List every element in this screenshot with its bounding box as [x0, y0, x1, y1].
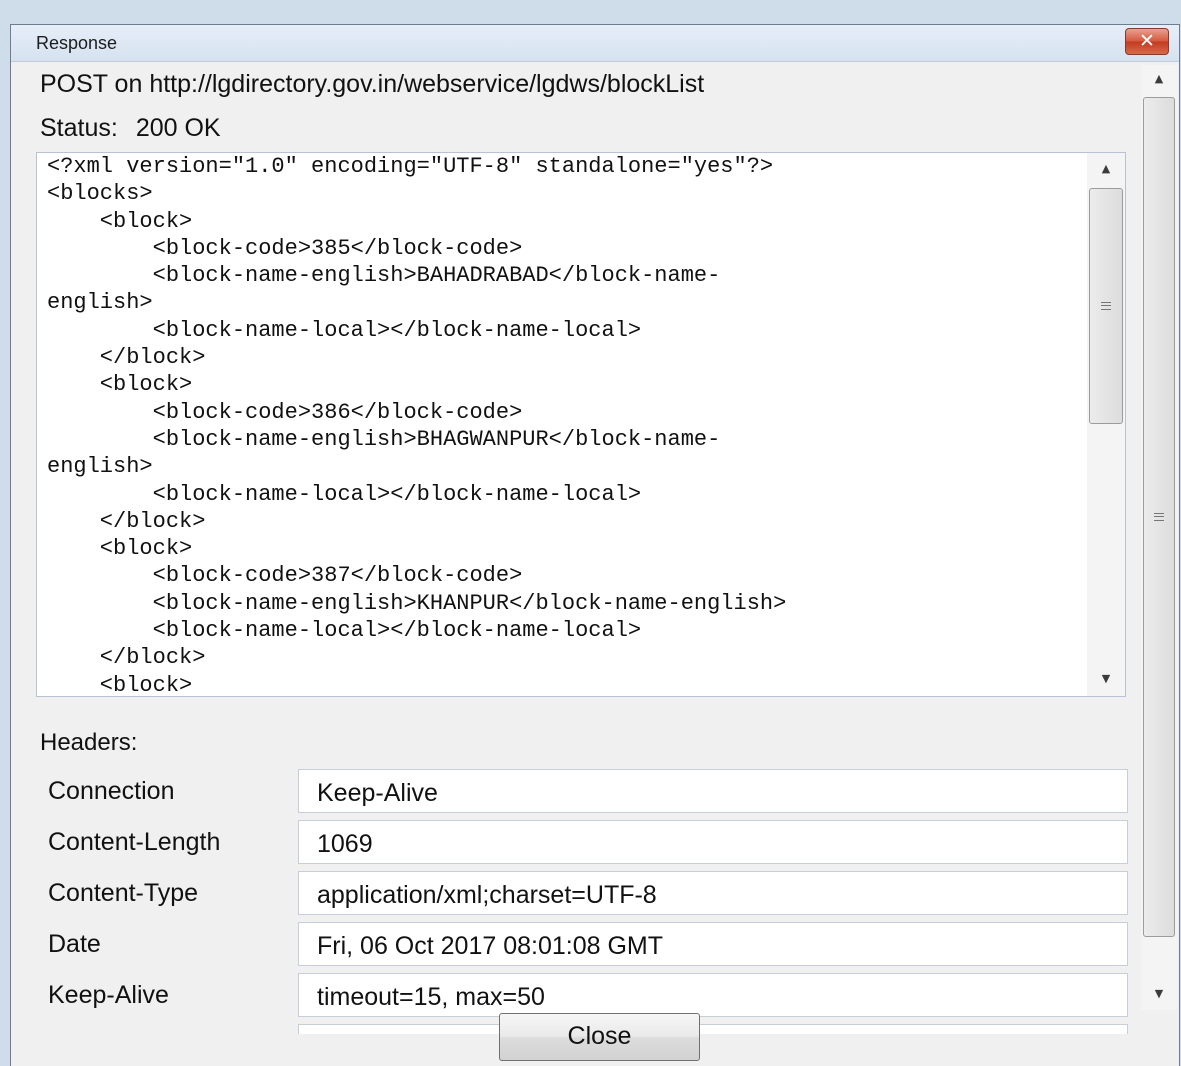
- chevron-up-icon[interactable]: ▲: [1087, 155, 1125, 183]
- header-name: Keep-Alive: [48, 981, 169, 1009]
- xml-line: english>: [47, 290, 153, 316]
- xml-line: <block-code>385</block-code>: [47, 235, 523, 261]
- xml-line: <?xml version="1.0" encoding="UTF-8" sta…: [47, 154, 774, 179]
- status-line: Status: 200 OK: [40, 114, 221, 143]
- response-body-text: <?xml version="1.0" encoding="UTF-8" sta…: [47, 153, 1087, 697]
- chevron-down-icon[interactable]: ▼: [1087, 665, 1125, 693]
- header-row: Content-Length 1069: [40, 820, 1130, 864]
- header-value-field[interactable]: Fri, 06 Oct 2017 08:01:08 GMT: [298, 922, 1128, 966]
- header-value-field[interactable]: timeout=15, max=50: [298, 973, 1128, 1017]
- body-scroll-thumb[interactable]: [1089, 188, 1123, 424]
- response-dialog: Response ✕ POST on http://lgdirectory.go…: [10, 24, 1180, 1066]
- header-row: Keep-Alive timeout=15, max=50: [40, 973, 1130, 1017]
- chevron-up-icon[interactable]: ▲: [1141, 65, 1177, 93]
- body-scrollbar[interactable]: ▲ ▼: [1087, 153, 1125, 696]
- header-value-field[interactable]: [298, 1024, 1128, 1034]
- xml-line: <block>: [47, 536, 193, 562]
- xml-line: english>: [47, 454, 153, 480]
- xml-line: <block>: [47, 672, 193, 697]
- headers-label: Headers:: [40, 729, 138, 756]
- header-value-field[interactable]: 1069: [298, 820, 1128, 864]
- xml-line: </block>: [47, 508, 206, 534]
- header-value-field[interactable]: Keep-Alive: [298, 769, 1128, 813]
- xml-line: <block-code>386</block-code>: [47, 399, 523, 425]
- xml-line: <block>: [47, 208, 193, 234]
- xml-line: <block-name-local></block-name-local>: [47, 317, 642, 343]
- window-close-button[interactable]: ✕: [1125, 28, 1169, 55]
- xml-line: <block-name-local></block-name-local>: [47, 481, 642, 507]
- header-row: Connection Keep-Alive: [40, 769, 1130, 813]
- window-title: Response: [36, 33, 118, 53]
- content-panel: POST on http://lgdirectory.gov.in/webser…: [26, 62, 1140, 1034]
- xml-line: <block-name-english>BAHADRABAD</block-na…: [47, 263, 721, 289]
- dialog-scroll-thumb[interactable]: [1143, 97, 1175, 937]
- status-label: Status:: [40, 114, 118, 142]
- header-name: Date: [48, 930, 101, 958]
- request-line: POST on http://lgdirectory.gov.in/webser…: [40, 70, 705, 98]
- close-button[interactable]: Close: [499, 1013, 700, 1061]
- xml-line: <block-name-english>BHAGWANPUR</block-na…: [47, 426, 721, 452]
- xml-line: <block-name-local></block-name-local>: [47, 618, 642, 644]
- xml-line: <block-name-english>KHANPUR</block-name-…: [47, 590, 787, 616]
- header-value-field[interactable]: application/xml;charset=UTF-8: [298, 871, 1128, 915]
- xml-line: <blocks>: [47, 181, 153, 207]
- header-name: Connection: [48, 777, 175, 805]
- header-name: Content-Length: [48, 828, 221, 856]
- title-bar[interactable]: Response ✕: [11, 25, 1179, 62]
- xml-line: <block-code>387</block-code>: [47, 563, 523, 589]
- status-value: 200 OK: [135, 114, 221, 142]
- xml-line: </block>: [47, 345, 206, 371]
- header-name: Content-Type: [48, 879, 199, 907]
- xml-line: <block>: [47, 372, 193, 398]
- header-row: Content-Type application/xml;charset=UTF…: [40, 871, 1130, 915]
- chevron-down-icon[interactable]: ▼: [1141, 980, 1177, 1008]
- response-body-textarea[interactable]: <?xml version="1.0" encoding="UTF-8" sta…: [36, 152, 1126, 697]
- xml-line: </block>: [47, 645, 206, 671]
- close-icon: ✕: [1139, 30, 1155, 52]
- dialog-scrollbar[interactable]: ▲ ▼: [1141, 65, 1177, 1010]
- header-row: Date Fri, 06 Oct 2017 08:01:08 GMT: [40, 922, 1130, 966]
